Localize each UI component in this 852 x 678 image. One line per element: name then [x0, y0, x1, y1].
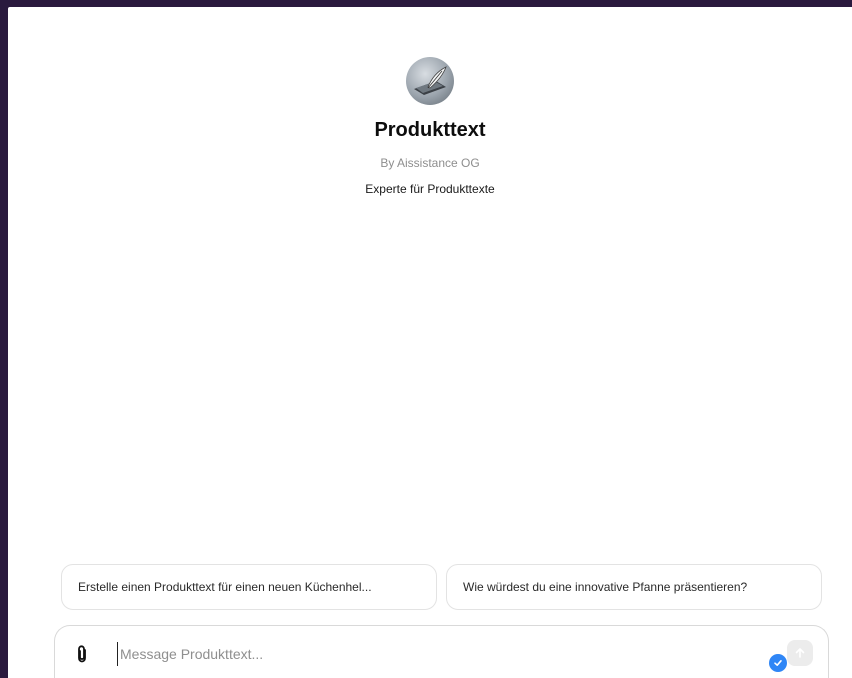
message-composer	[54, 625, 829, 678]
send-button[interactable]	[787, 640, 813, 666]
gpt-avatar	[406, 57, 454, 105]
quill-logo-icon	[414, 66, 447, 95]
paperclip-icon[interactable]	[73, 644, 91, 664]
suggestion-label: Wie würdest du eine innovative Pfanne pr…	[463, 580, 748, 594]
arrow-up-icon	[795, 648, 805, 658]
gpt-header: Produkttext By Aissistance OG Experte fü…	[8, 57, 852, 196]
gpt-description: Experte für Produkttexte	[365, 182, 495, 196]
checkmark-badge-icon	[769, 654, 787, 672]
suggestion-chip-1[interactable]: Erstelle einen Produkttext für einen neu…	[61, 564, 437, 610]
chat-window: Produkttext By Aissistance OG Experte fü…	[8, 7, 852, 678]
gpt-title: Produkttext	[374, 119, 486, 141]
message-input[interactable]	[117, 642, 742, 666]
suggestion-chip-2[interactable]: Wie würdest du eine innovative Pfanne pr…	[446, 564, 822, 610]
suggestion-label: Erstelle einen Produkttext für einen neu…	[78, 580, 372, 594]
suggestion-list: Erstelle einen Produkttext für einen neu…	[61, 564, 822, 610]
gpt-author: By Aissistance OG	[380, 156, 480, 170]
